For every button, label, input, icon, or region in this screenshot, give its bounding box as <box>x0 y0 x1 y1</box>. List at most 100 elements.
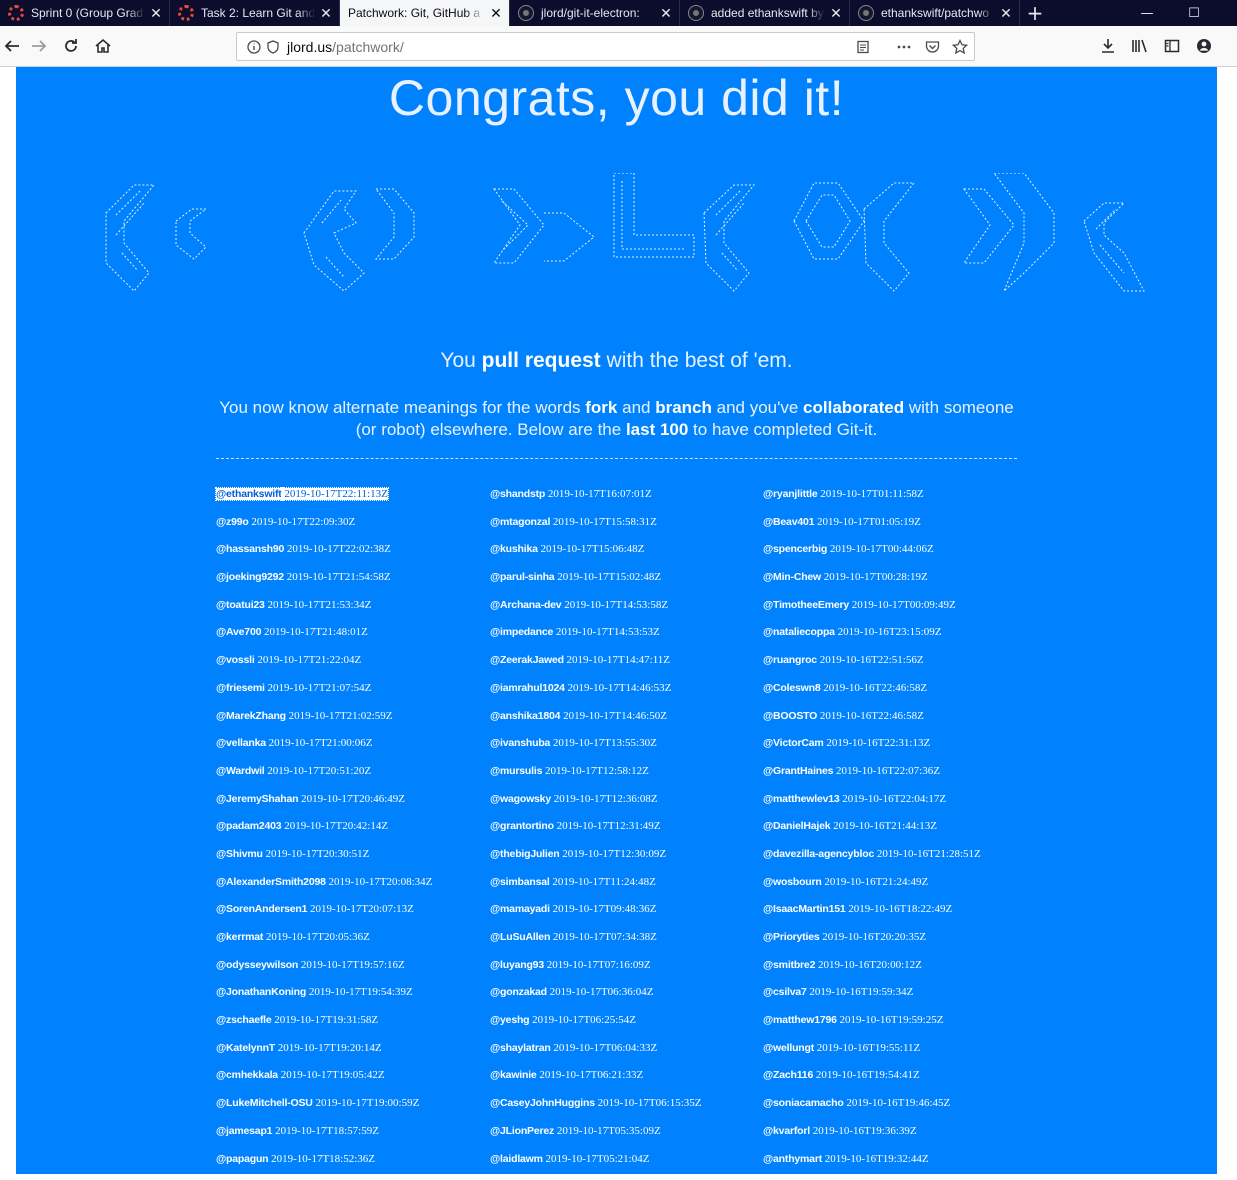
username-link[interactable]: @gonzakad <box>490 986 547 998</box>
username-link[interactable]: @kawinie <box>490 1069 537 1081</box>
username-link[interactable]: @iamrahul1024 <box>490 682 565 694</box>
reload-button[interactable] <box>59 34 83 58</box>
username-link[interactable]: @shandstp <box>490 488 545 500</box>
username-link[interactable]: @wosbourn <box>763 876 822 888</box>
username-link[interactable]: @LuSuAllen <box>490 931 550 943</box>
username-link[interactable]: @TimotheeEmery <box>763 599 849 611</box>
username-link[interactable]: @cmhekkala <box>216 1069 278 1081</box>
username-link[interactable]: @vellanka <box>216 737 266 749</box>
tab-sprint0[interactable]: Sprint 0 (Group Grad ✕ <box>0 0 170 26</box>
tab-ethankswift-patchwork[interactable]: ethankswift/patchwo ✕ <box>850 0 1020 26</box>
username-link[interactable]: @ruangroc <box>763 654 817 666</box>
tab-git-it-electron[interactable]: jlord/git-it-electron: ✕ <box>510 0 680 26</box>
username-link[interactable]: @toatui23 <box>216 599 265 611</box>
username-link[interactable]: @Prioryties <box>763 931 819 943</box>
username-link[interactable]: @parul-sinha <box>490 571 554 583</box>
tab-task2[interactable]: Task 2: Learn Git and ✕ <box>170 0 340 26</box>
maximize-button[interactable]: ☐ <box>1171 0 1217 26</box>
username-link[interactable]: @jamesap1 <box>216 1125 272 1137</box>
reader-view-icon[interactable] <box>853 37 873 57</box>
username-link[interactable]: @Min-Chew <box>763 571 821 583</box>
username-link[interactable]: @MarekZhang <box>216 710 286 722</box>
username-link[interactable]: @Archana-dev <box>490 599 561 611</box>
username-link[interactable]: @hassansh90 <box>216 543 284 555</box>
sidebar-icon[interactable] <box>1161 35 1183 57</box>
username-link[interactable]: @wellungt <box>763 1042 814 1054</box>
new-tab-button[interactable]: + <box>1020 0 1050 26</box>
username-link[interactable]: @padam2403 <box>216 820 281 832</box>
username-link[interactable]: @laidlawm <box>490 1153 543 1165</box>
username-link[interactable]: @Wardwil <box>216 765 265 777</box>
username-link[interactable]: @Ave700 <box>216 626 261 638</box>
username-link[interactable]: @z99o <box>216 516 249 528</box>
username-link[interactable]: @GrantHaines <box>763 765 833 777</box>
username-link[interactable]: @ethankswift <box>216 488 282 500</box>
username-link[interactable]: @AlexanderSmith2098 <box>216 876 326 888</box>
username-link[interactable]: @papagun <box>216 1153 268 1165</box>
username-link[interactable]: @LukeMitchell-OSU <box>216 1097 313 1109</box>
username-link[interactable]: @mamayadi <box>490 903 550 915</box>
username-link[interactable]: @joeking9292 <box>216 571 284 583</box>
username-link[interactable]: @BOOSTO <box>763 710 817 722</box>
username-link[interactable]: @odysseywilson <box>216 959 298 971</box>
username-link[interactable]: @thebigJulien <box>490 848 559 860</box>
username-link[interactable]: @Coleswn8 <box>763 682 820 694</box>
username-link[interactable]: @kvarforl <box>763 1125 810 1137</box>
bookmark-star-icon[interactable] <box>950 37 970 57</box>
username-link[interactable]: @davezilla-agencybloc <box>763 848 874 860</box>
forward-button[interactable] <box>27 34 51 58</box>
username-link[interactable]: @friesemi <box>216 682 265 694</box>
username-link[interactable]: @nataliecoppa <box>763 626 835 638</box>
username-link[interactable]: @kushika <box>490 543 538 555</box>
username-link[interactable]: @VictorCam <box>763 737 824 749</box>
account-icon[interactable] <box>1193 35 1215 57</box>
tab-patchwork[interactable]: Patchwork: Git, GitHub a ✕ <box>340 0 510 26</box>
close-icon[interactable]: ✕ <box>149 5 163 22</box>
username-link[interactable]: @mtagonzal <box>490 516 550 528</box>
username-link[interactable]: @anthymart <box>763 1153 822 1165</box>
close-icon[interactable]: ✕ <box>659 5 673 22</box>
downloads-icon[interactable] <box>1097 35 1119 57</box>
username-link[interactable]: @IsaacMartin151 <box>763 903 846 915</box>
username-link[interactable]: @csilva7 <box>763 986 807 998</box>
page-actions-icon[interactable] <box>894 37 914 57</box>
tracking-shield-icon[interactable] <box>263 37 283 57</box>
pocket-icon[interactable] <box>922 37 942 57</box>
username-link[interactable]: @yeshg <box>490 1014 529 1026</box>
username-link[interactable]: @anshika1804 <box>490 710 560 722</box>
username-link[interactable]: @kerrmat <box>216 931 263 943</box>
close-icon[interactable]: ✕ <box>319 5 333 22</box>
username-link[interactable]: @shaylatran <box>490 1042 551 1054</box>
username-link[interactable]: @soniacamacho <box>763 1097 844 1109</box>
close-icon[interactable]: ✕ <box>829 5 843 22</box>
username-link[interactable]: @KatelynnT <box>216 1042 275 1054</box>
username-link[interactable]: @ivanshuba <box>490 737 550 749</box>
username-link[interactable]: @zschaefle <box>216 1014 272 1026</box>
username-link[interactable]: @JeremyShahan <box>216 793 298 805</box>
username-link[interactable]: @vossli <box>216 654 255 666</box>
username-link[interactable]: @Beav401 <box>763 516 814 528</box>
username-link[interactable]: @SorenAndersen1 <box>216 903 307 915</box>
library-icon[interactable] <box>1129 35 1151 57</box>
back-button[interactable] <box>0 34 24 58</box>
username-link[interactable]: @Zach116 <box>763 1069 813 1081</box>
username-link[interactable]: @impedance <box>490 626 553 638</box>
username-link[interactable]: @grantortino <box>490 820 554 832</box>
url-text[interactable]: jlord.us/patchwork/ <box>287 39 404 55</box>
home-button[interactable] <box>91 34 115 58</box>
username-link[interactable]: @simbansal <box>490 876 550 888</box>
close-icon[interactable]: ✕ <box>489 5 503 22</box>
username-link[interactable]: @matthew1796 <box>763 1014 837 1026</box>
username-link[interactable]: @spencerbig <box>763 543 827 555</box>
tab-added-ethankswift[interactable]: added ethankswift by ✕ <box>680 0 850 26</box>
info-icon[interactable] <box>244 37 264 57</box>
username-link[interactable]: @matthewlev13 <box>763 793 840 805</box>
username-link[interactable]: @luyang93 <box>490 959 544 971</box>
username-link[interactable]: @smitbre2 <box>763 959 815 971</box>
username-link[interactable]: @ZeerakJawed <box>490 654 564 666</box>
username-link[interactable]: @DanielHajek <box>763 820 830 832</box>
username-link[interactable]: @JonathanKoning <box>216 986 306 998</box>
username-link[interactable]: @JLionPerez <box>490 1125 554 1137</box>
username-link[interactable]: @mursulis <box>490 765 542 777</box>
username-link[interactable]: @ryanjlittle <box>763 488 818 500</box>
